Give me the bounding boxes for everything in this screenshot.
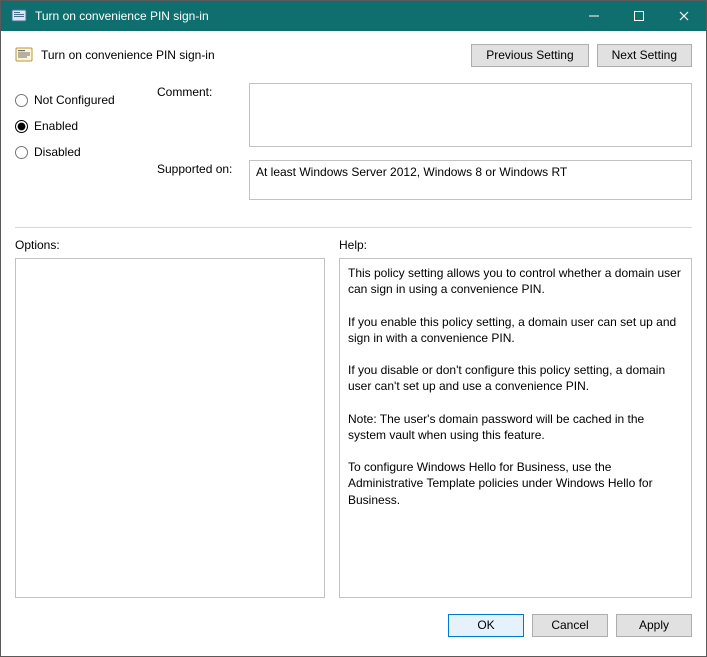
dialog-window: Turn on convenience PIN sign-in [0, 0, 707, 657]
radio-enabled[interactable]: Enabled [15, 113, 145, 139]
options-label: Options: [15, 238, 325, 252]
help-column: Help: This policy setting allows you to … [339, 238, 692, 598]
help-label: Help: [339, 238, 692, 252]
radio-not-configured-label: Not Configured [34, 93, 115, 107]
close-button[interactable] [661, 1, 706, 31]
radio-not-configured[interactable]: Not Configured [15, 87, 145, 113]
ok-button[interactable]: OK [448, 614, 524, 637]
footer-buttons: OK Cancel Apply [15, 598, 692, 642]
radio-enabled-label: Enabled [34, 119, 78, 133]
options-column: Options: [15, 238, 325, 598]
radio-not-configured-input[interactable] [15, 94, 28, 107]
comment-textarea[interactable] [249, 83, 692, 147]
options-panel[interactable] [15, 258, 325, 598]
supported-row: Supported on: [157, 160, 692, 203]
content-area: Turn on convenience PIN sign-in Previous… [1, 31, 706, 656]
radio-disabled-label: Disabled [34, 145, 81, 159]
comment-row: Comment: [157, 83, 692, 150]
minimize-button[interactable] [571, 1, 616, 31]
policy-app-icon [11, 8, 27, 24]
separator [15, 227, 692, 228]
fields-column: Comment: Supported on: [157, 83, 692, 213]
header-row: Turn on convenience PIN sign-in Previous… [15, 41, 692, 69]
apply-button[interactable]: Apply [616, 614, 692, 637]
supported-label: Supported on: [157, 160, 249, 203]
maximize-button[interactable] [616, 1, 661, 31]
window-title: Turn on convenience PIN sign-in [35, 9, 571, 23]
supported-textarea[interactable] [249, 160, 692, 200]
radio-enabled-input[interactable] [15, 120, 28, 133]
nav-buttons: Previous Setting Next Setting [471, 44, 692, 67]
window-controls [571, 1, 706, 31]
comment-label: Comment: [157, 83, 249, 150]
upper-section: Not Configured Enabled Disabled Comment: [15, 83, 692, 213]
titlebar: Turn on convenience PIN sign-in [1, 1, 706, 31]
radio-disabled[interactable]: Disabled [15, 139, 145, 165]
lower-section: Options: Help: This policy setting allow… [15, 238, 692, 598]
next-setting-button[interactable]: Next Setting [597, 44, 692, 67]
help-panel[interactable]: This policy setting allows you to contro… [339, 258, 692, 598]
radio-disabled-input[interactable] [15, 146, 28, 159]
previous-setting-button[interactable]: Previous Setting [471, 44, 588, 67]
state-radio-group: Not Configured Enabled Disabled [15, 83, 145, 213]
policy-icon [15, 46, 33, 64]
policy-name: Turn on convenience PIN sign-in [41, 48, 471, 62]
cancel-button[interactable]: Cancel [532, 614, 608, 637]
